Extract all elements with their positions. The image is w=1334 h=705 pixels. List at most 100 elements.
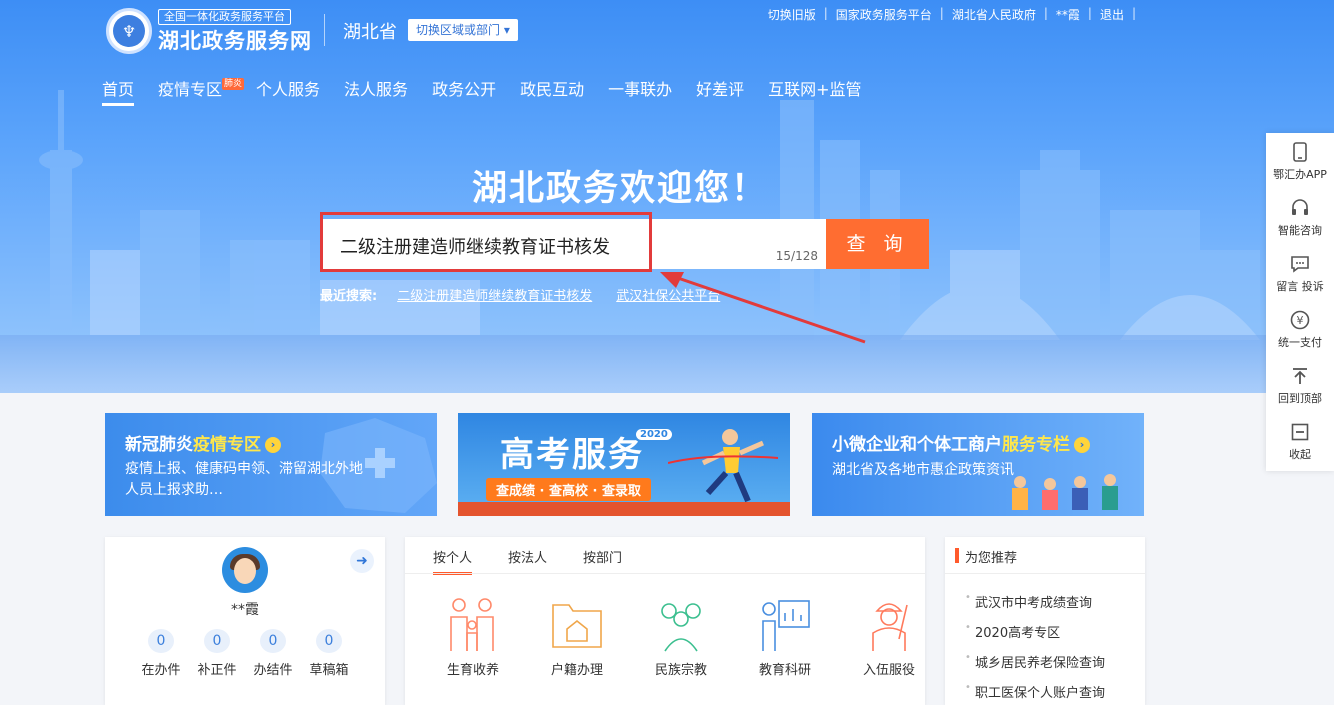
nav-open-gov[interactable]: 政务公开	[432, 76, 496, 106]
gaokao-title: 高考服务	[500, 435, 644, 475]
nav-personal[interactable]: 个人服务	[256, 76, 320, 106]
stat-count: 0	[148, 629, 174, 653]
switch-region-button[interactable]: 切换区域或部门 ▾	[408, 19, 518, 41]
user-card: ➜ **霞 0 在办件 0 补正件 0 办结件 0 草稿箱	[105, 537, 385, 705]
covid-banner[interactable]: 新冠肺炎疫情专区 › 疫情上报、健康码申领、滞留湖北外地人员上报求助…	[105, 413, 437, 516]
nav-one-stop[interactable]: 一事联办	[608, 76, 672, 106]
top-link-old-version[interactable]: 切换旧版	[768, 6, 816, 23]
stat-label: 补正件	[197, 663, 237, 678]
nav-interaction[interactable]: 政民互动	[520, 76, 584, 106]
chevron-right-icon: ›	[1074, 437, 1090, 453]
side-item-label: 回到顶部	[1278, 391, 1322, 405]
tab-by-department[interactable]: 按部门	[583, 547, 622, 575]
stat-label: 在办件	[141, 663, 181, 678]
sme-banner[interactable]: 小微企业和个体工商户服务专栏 › 湖北省及各地市惠企政策资讯	[812, 413, 1144, 516]
avatar[interactable]	[222, 547, 268, 593]
brand-title[interactable]: 湖北政务服务网	[158, 25, 312, 55]
recent-searches: 最近搜索: 二级注册建造师继续教育证书核发 武汉社保公共平台	[320, 285, 744, 304]
recommend-divider	[945, 573, 1145, 574]
service-label: 户籍办理	[550, 663, 603, 678]
service-birth-adoption[interactable]: 生育收养	[421, 595, 525, 678]
sme-banner-title: 小微企业和个体工商户服务专栏 ›	[832, 430, 1090, 455]
main-nav: 首页 疫情专区 肺炎 个人服务 法人服务 政务公开 政民互动 一事联办 好差评 …	[102, 76, 886, 106]
stat-label: 办结件	[253, 663, 293, 678]
annotation-highlight-box	[320, 212, 652, 272]
welcome-title: 湖北政务欢迎您！	[471, 169, 768, 209]
service-tabs: 按个人 按法人 按部门	[433, 547, 658, 575]
tab-by-person[interactable]: 按个人	[433, 547, 473, 575]
yuan-icon: ¥	[1289, 309, 1311, 331]
floating-side-bar: 鄂汇办APP 智能咨询 留言 投诉 ¥ 统一支付 回到顶部 收起	[1266, 133, 1334, 471]
service-grid: 生育收养 户籍办理 民族宗教 教育科研 入伍服役	[421, 595, 941, 678]
runner-illustration	[668, 429, 778, 503]
stat-drafts[interactable]: 0 草稿箱	[301, 629, 357, 678]
service-ethnic-religion[interactable]: 民族宗教	[629, 595, 733, 678]
side-message-button[interactable]: 留言 投诉	[1266, 245, 1334, 301]
top-link-separator: |	[1131, 6, 1136, 20]
stat-correction[interactable]: 0 补正件	[189, 629, 245, 678]
side-collapse-button[interactable]: 收起	[1266, 413, 1334, 469]
services-card: 按个人 按法人 按部门 生育收养 户籍办理 民族宗教 教育科研 入伍服役	[405, 537, 925, 705]
gaokao-subtitle: 查成绩 · 查高校 · 查录取	[486, 478, 651, 501]
top-link-separator: |	[1043, 6, 1048, 20]
recommend-item[interactable]: 武汉市中考成绩查询	[965, 592, 1105, 622]
service-label: 生育收养	[446, 663, 499, 678]
nav-home[interactable]: 首页	[102, 76, 135, 106]
arrow-right-icon[interactable]: ➜	[350, 549, 374, 573]
top-link-national[interactable]: 国家政务服务平台	[836, 6, 932, 23]
logo-emblem-icon: ♆	[113, 15, 145, 47]
top-link-separator: |	[823, 6, 828, 20]
brand-tag: 全国一体化政务服务平台	[158, 9, 291, 25]
avatar-face	[234, 558, 256, 584]
covid-banner-title: 新冠肺炎疫情专区 ›	[125, 430, 281, 455]
recommend-item[interactable]: 2020高考专区	[965, 622, 1105, 652]
brand-divider	[324, 14, 325, 46]
stat-completed[interactable]: 0 办结件	[245, 629, 301, 678]
nav-epidemic-label: 疫情专区	[158, 80, 223, 99]
gaokao-banner[interactable]: 高考服务 2020 查成绩 · 查高校 · 查录取	[458, 413, 790, 516]
top-links: 切换旧版 | 国家政务服务平台 | 湖北省人民政府 | **霞 | 退出 |	[768, 6, 1144, 23]
hero-water-strip	[0, 335, 1334, 393]
side-top-button[interactable]: 回到顶部	[1266, 357, 1334, 413]
recent-search-link[interactable]: 武汉社保公共平台	[616, 285, 720, 304]
nav-rating[interactable]: 好差评	[696, 76, 744, 106]
recommend-item[interactable]: 职工医保个人账户查询	[965, 682, 1105, 705]
stat-count: 0	[316, 629, 342, 653]
search-button[interactable]: 查 询	[826, 219, 929, 269]
stat-label: 草稿箱	[309, 663, 349, 678]
stat-count: 0	[260, 629, 286, 653]
side-item-label: 智能咨询	[1278, 223, 1322, 237]
sme-title-a: 小微企业和个体工商户	[832, 435, 1002, 455]
phone-icon	[1289, 141, 1311, 163]
nav-epidemic[interactable]: 疫情专区 肺炎	[158, 76, 245, 106]
service-label: 入伍服役	[862, 663, 915, 678]
covid-title-a: 新冠肺炎	[125, 435, 193, 455]
top-link-gov[interactable]: 湖北省人民政府	[952, 6, 1036, 23]
side-app-button[interactable]: 鄂汇办APP	[1266, 133, 1334, 189]
side-item-label: 收起	[1289, 447, 1311, 461]
service-education[interactable]: 教育科研	[733, 595, 837, 678]
running-track	[458, 502, 790, 516]
nav-legal[interactable]: 法人服务	[344, 76, 408, 106]
nav-supervision[interactable]: 互联网+监管	[768, 76, 861, 106]
tab-divider	[405, 573, 925, 574]
education-icon	[762, 600, 810, 651]
side-item-label: 鄂汇办APP	[1273, 167, 1327, 181]
tab-by-legal[interactable]: 按法人	[508, 547, 547, 575]
stat-in-progress[interactable]: 0 在办件	[133, 629, 189, 678]
top-link-logout[interactable]: 退出	[1100, 6, 1124, 23]
people-illustration	[1012, 474, 1118, 510]
service-household[interactable]: 户籍办理	[525, 595, 629, 678]
recommend-card: 为您推荐 武汉市中考成绩查询 2020高考专区 城乡居民养老保险查询 职工医保个…	[945, 537, 1145, 705]
site-logo[interactable]: ♆	[106, 8, 152, 54]
service-military[interactable]: 入伍服役	[837, 595, 941, 678]
recent-search-link[interactable]: 二级注册建造师继续教育证书核发	[397, 285, 592, 304]
recommend-item[interactable]: 城乡居民养老保险查询	[965, 652, 1105, 682]
top-link-user[interactable]: **霞	[1056, 6, 1080, 23]
side-consult-button[interactable]: 智能咨询	[1266, 189, 1334, 245]
stat-count: 0	[204, 629, 230, 653]
sme-title-b: 服务专栏	[1002, 435, 1070, 455]
province-label: 湖北省	[343, 22, 397, 43]
side-item-label: 留言 投诉	[1276, 279, 1324, 293]
side-payment-button[interactable]: ¥ 统一支付	[1266, 301, 1334, 357]
